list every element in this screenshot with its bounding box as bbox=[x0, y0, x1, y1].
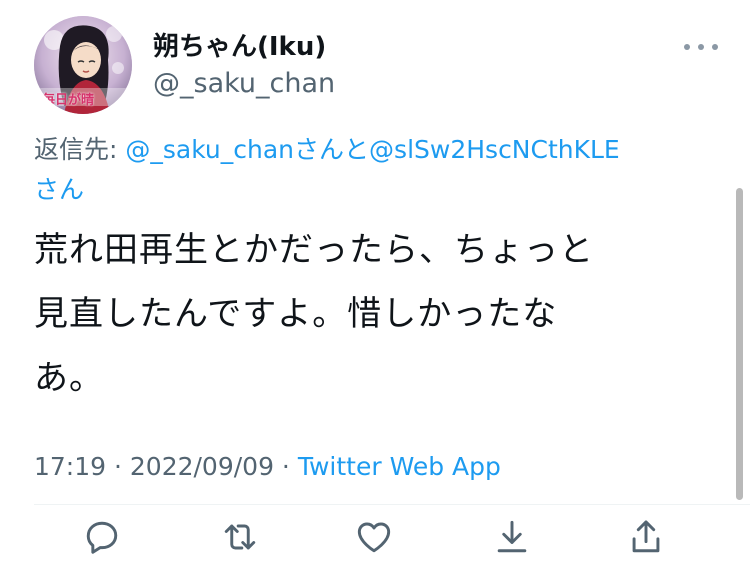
like-button[interactable] bbox=[352, 515, 396, 559]
replying-to: 返信先: @_saku_chanさんと@slSw2HscNCthKLE さん bbox=[34, 130, 714, 210]
user-handle[interactable]: @_saku_chan bbox=[153, 68, 335, 99]
speech-bubble-icon bbox=[86, 521, 118, 554]
more-dot bbox=[684, 44, 690, 50]
download-icon bbox=[497, 520, 527, 553]
mention-link[interactable]: @slSw2HscNCthKLE bbox=[369, 135, 620, 164]
tweet-text: 荒れ田再生とかだったら、ちょっと 見直したんですよ。惜しかったな あ。 bbox=[34, 218, 724, 410]
tweet-line: 荒れ田再生とかだったら、ちょっと bbox=[34, 230, 594, 270]
display-name[interactable]: 朔ちゃん(Iku) bbox=[153, 26, 326, 63]
retweet-button[interactable] bbox=[218, 515, 262, 559]
tweet-date[interactable]: 2022/09/09 bbox=[130, 452, 274, 481]
download-button[interactable] bbox=[490, 515, 534, 559]
divider bbox=[34, 504, 750, 505]
share-button[interactable] bbox=[624, 515, 668, 559]
share-icon bbox=[632, 520, 660, 553]
mention-suffix: さん bbox=[34, 175, 85, 204]
retweet-icon bbox=[224, 524, 256, 550]
heart-icon bbox=[357, 522, 391, 553]
meta-separator: · bbox=[106, 452, 130, 481]
mention-joiner: さんと bbox=[294, 135, 370, 164]
tweet-line: 見直したんですよ。惜しかったな bbox=[34, 294, 558, 334]
avatar[interactable]: 毎日が晴 bbox=[34, 16, 132, 114]
tweet-source[interactable]: Twitter Web App bbox=[298, 452, 501, 481]
replying-to-label: 返信先: bbox=[34, 135, 126, 164]
meta-separator: · bbox=[273, 452, 298, 481]
more-dot bbox=[712, 44, 718, 50]
reply-button[interactable] bbox=[80, 515, 124, 559]
tweet-meta: 17:19 · 2022/09/09 · Twitter Web App bbox=[34, 452, 501, 481]
more-dot bbox=[698, 44, 704, 50]
more-dots-icon[interactable] bbox=[684, 40, 718, 54]
tweet-line: あ。 bbox=[34, 358, 104, 398]
scrollbar[interactable] bbox=[736, 188, 743, 500]
action-bar bbox=[0, 515, 750, 565]
tweet-time[interactable]: 17:19 bbox=[34, 452, 106, 481]
mention-link[interactable]: @_saku_chan bbox=[125, 135, 294, 164]
avatar-caption: 毎日が晴 bbox=[42, 93, 95, 108]
